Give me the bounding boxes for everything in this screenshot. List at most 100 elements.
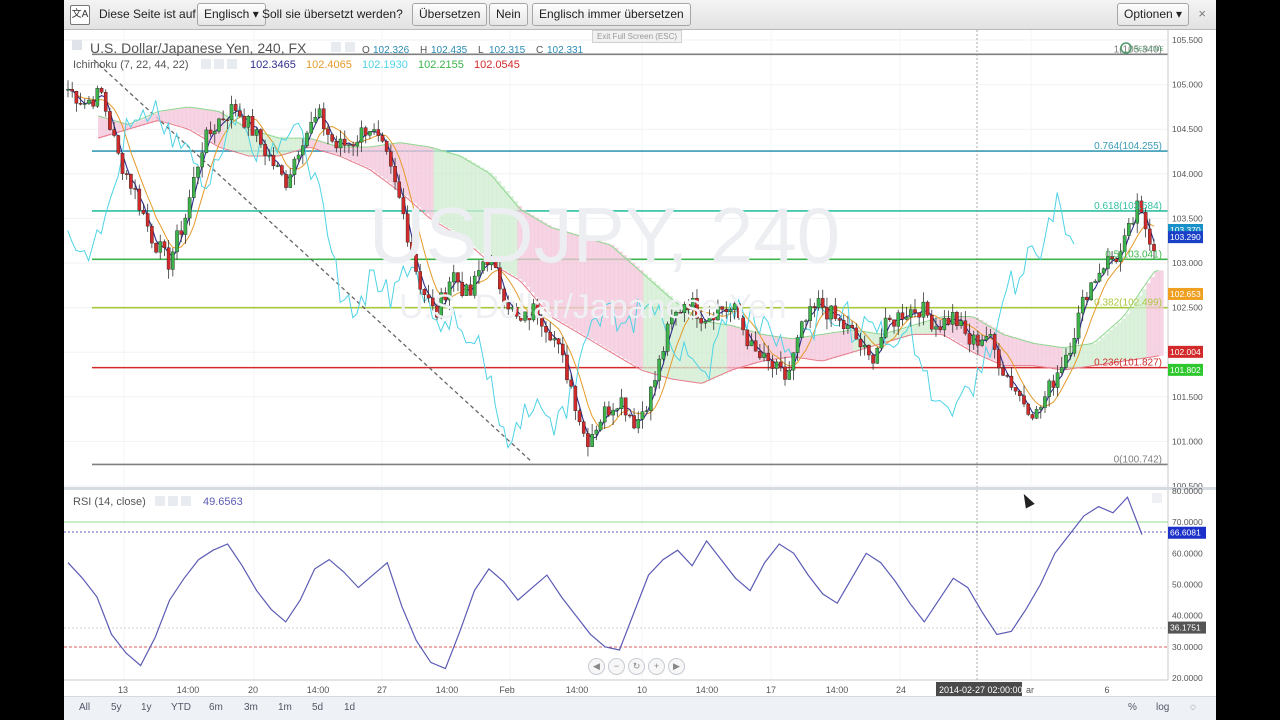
no-button[interactable]: Nein — [489, 3, 528, 26]
candle-body — [921, 301, 926, 318]
zoom-out-icon[interactable]: − — [608, 658, 625, 675]
range-ytd[interactable]: YTD — [171, 702, 191, 713]
ichimoku-cloud-segment — [374, 146, 380, 174]
candle-body — [665, 323, 670, 352]
candle-body — [326, 128, 330, 135]
range-6m[interactable]: 6m — [209, 702, 223, 713]
percent-toggle[interactable]: % — [1128, 702, 1137, 713]
ichimoku-cloud-segment — [1154, 271, 1160, 357]
range-1d[interactable]: 1d — [344, 702, 355, 713]
time-tick-label: 13 — [118, 685, 128, 695]
candle-body — [221, 118, 225, 121]
options-button[interactable]: Optionen ▾ — [1117, 3, 1190, 26]
candle-body — [284, 174, 288, 188]
auto-scale-icon[interactable]: ◌ — [1190, 702, 1196, 713]
price-tick-label: 101.500 — [1172, 392, 1203, 402]
candle-body — [762, 352, 766, 358]
ichimoku-cloud-segment — [102, 117, 107, 137]
candle-body — [342, 138, 347, 146]
rsi-value: 49.6563 — [203, 496, 243, 508]
rsi-maximize-icon[interactable] — [1152, 493, 1162, 503]
range-1y[interactable]: 1y — [141, 702, 152, 713]
scroll-right-icon[interactable]: ▶ — [668, 658, 685, 675]
candle-body — [1047, 380, 1051, 397]
fib-level-label: 0.5(103.041) — [1105, 249, 1162, 260]
candle-body — [544, 326, 548, 333]
candle-body — [955, 312, 959, 327]
reset-icon[interactable]: ↻ — [628, 658, 645, 675]
candle-body — [1072, 337, 1077, 354]
ichimoku-cloud-segment — [697, 318, 703, 383]
close-icon[interactable]: × — [1198, 6, 1206, 21]
ohlc-value: 102.435 — [431, 45, 468, 56]
time-tick-label: 14:00 — [826, 685, 849, 695]
ohlc-value: 102.331 — [547, 45, 584, 56]
ichimoku-cloud-segment — [1028, 342, 1034, 366]
candle-body — [573, 386, 578, 411]
candle-body — [816, 298, 821, 309]
candle-body — [854, 327, 859, 340]
range-5d[interactable]: 5d — [312, 702, 323, 713]
indicator-hide-icon[interactable] — [214, 59, 224, 69]
price-tick-label: 105.500 — [1172, 35, 1203, 45]
rsi-close-icon[interactable] — [181, 496, 191, 506]
ichimoku-cloud-segment — [1079, 345, 1084, 368]
price-tick-label: 103.000 — [1172, 258, 1203, 268]
candle-body — [862, 344, 867, 348]
candle-body — [317, 108, 322, 118]
candle-body — [1068, 352, 1072, 356]
indicator-value: 102.3465 — [250, 59, 296, 71]
candle-body — [108, 111, 112, 130]
indicator-settings-icon[interactable] — [201, 59, 211, 69]
candle-body — [946, 318, 951, 325]
candle-body — [569, 379, 573, 387]
candle-body — [74, 91, 79, 104]
rsi-badge-label: 66.6081 — [1170, 528, 1201, 538]
hide-icon[interactable] — [345, 42, 355, 52]
candle-body — [238, 110, 242, 117]
candle-body — [1055, 372, 1060, 388]
candle-body — [904, 316, 909, 320]
range-5y[interactable]: 5y — [111, 702, 122, 713]
candle-body — [78, 103, 83, 105]
candle-body — [883, 317, 888, 338]
candle-body — [913, 309, 917, 313]
rsi-settings-icon[interactable] — [155, 496, 165, 506]
indicator-values: 102.3465 102.4065 102.1930 102.2155 102.0545 — [250, 59, 520, 71]
candle-body — [321, 108, 326, 130]
candle-body — [900, 312, 905, 320]
candle-body — [250, 115, 255, 136]
time-tick-label: 27 — [377, 685, 387, 695]
ichimoku-cloud-segment — [1054, 346, 1059, 369]
ichimoku-cloud-segment — [211, 110, 217, 143]
ichimoku-cloud-segment — [190, 107, 196, 131]
translate-button[interactable]: Übersetzen — [412, 3, 488, 26]
range-all[interactable]: All — [79, 702, 90, 713]
candle-body — [963, 320, 968, 334]
candle-body — [1009, 375, 1014, 388]
scroll-left-icon[interactable]: ◀ — [588, 658, 605, 675]
candle-body — [619, 397, 624, 409]
settings-icon[interactable] — [331, 42, 341, 52]
candle-body — [259, 129, 263, 145]
always-translate-button[interactable]: Englisch immer übersetzen — [532, 3, 691, 26]
language-select[interactable]: Englisch ▾ — [197, 3, 266, 26]
crosshair-time: 2014-02-27 02:00:00 — [939, 685, 1023, 695]
candle-body — [548, 331, 553, 341]
candle-body — [1038, 407, 1043, 410]
rsi-hide-icon[interactable] — [168, 496, 178, 506]
rsi-panel[interactable]: 80.0000 70.0000 60.0000 50.0000 40.0000 30.00… — [64, 486, 1206, 683]
candle-body — [1143, 212, 1148, 230]
exit-fullscreen-hint[interactable]: Exit Full Screen (ESC) — [592, 30, 683, 43]
candle-body — [1013, 387, 1018, 392]
range-1m[interactable]: 1m — [278, 702, 292, 713]
fib-level-label: 0.618(103.584) — [1094, 201, 1162, 212]
log-toggle[interactable]: log — [1156, 702, 1169, 713]
range-3m[interactable]: 3m — [244, 702, 258, 713]
price-chart[interactable]: USDJPY, 240 U.S. Dollar/Japanese Yen 1(1… — [64, 30, 1216, 696]
candle-body — [1022, 395, 1026, 405]
price-tick-label: 101.000 — [1172, 436, 1203, 446]
indicator-close-icon[interactable] — [227, 59, 237, 69]
zoom-in-icon[interactable]: + — [648, 658, 665, 675]
candle-body — [91, 99, 95, 107]
